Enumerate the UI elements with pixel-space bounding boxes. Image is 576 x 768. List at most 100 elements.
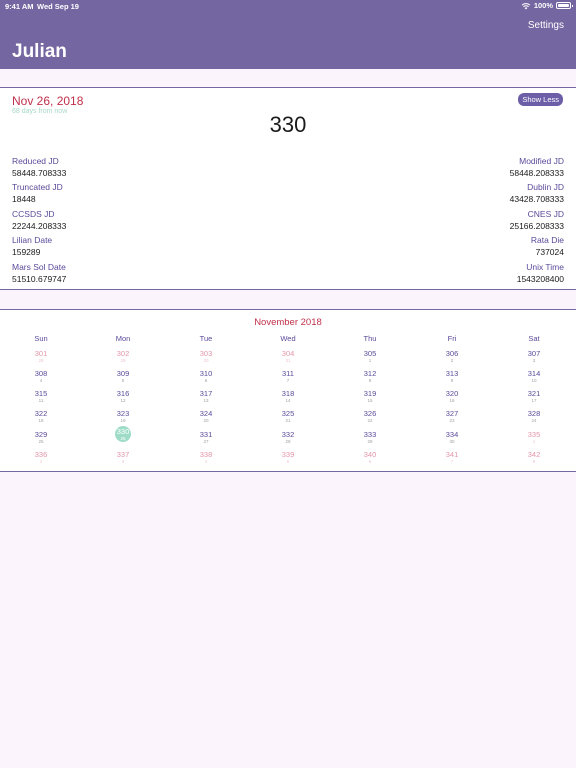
field-value: 58448.208333 [509, 168, 564, 178]
day-bubble: 325 21 [247, 409, 329, 424]
day-of-year: 310 [199, 369, 213, 378]
day-of-year: 328 [527, 409, 541, 418]
day-of-year: 339 [281, 450, 295, 459]
field-cnes-jd: CNES JD 25166.208333 [510, 209, 564, 231]
day-of-year: 332 [281, 430, 295, 439]
day-bubble: 316 12 [82, 389, 164, 404]
calendar-day[interactable]: 303 30 [165, 349, 247, 364]
day-bubble: 337 3 [82, 450, 164, 465]
day-of-month: 6 [368, 459, 372, 464]
calendar-day[interactable]: 315 11 [0, 389, 82, 404]
calendar-day[interactable]: 331 27 [165, 430, 247, 445]
calendar-day[interactable]: 324 20 [165, 409, 247, 424]
day-bubble: 309 5 [82, 369, 164, 384]
day-bubble: 302 29 [82, 349, 164, 364]
calendar-day[interactable]: 335 1 [493, 430, 575, 445]
day-of-month: 15 [367, 398, 373, 403]
day-of-month: 2 [39, 459, 43, 464]
field-value: 22244.208333 [12, 221, 67, 231]
day-of-year: 313 [445, 369, 459, 378]
field-value: 18448 [12, 194, 36, 204]
day-of-month: 8 [532, 459, 536, 464]
calendar-day[interactable]: 304 31 [247, 349, 329, 364]
day-of-month: 23 [449, 418, 455, 423]
field-label: Modified JD [519, 156, 564, 166]
calendar-day[interactable]: 326 22 [329, 409, 411, 424]
day-of-year: 316 [116, 389, 130, 398]
calendar-day[interactable]: 340 6 [329, 450, 411, 465]
calendar-day[interactable]: 307 3 [493, 349, 575, 364]
calendar-day[interactable]: 311 7 [247, 369, 329, 384]
day-bubble: 310 6 [165, 369, 247, 384]
calendar-day[interactable]: 306 2 [411, 349, 493, 364]
calendar-day[interactable]: 320 16 [411, 389, 493, 404]
day-of-month: 17 [531, 398, 537, 403]
day-of-year: 302 [116, 349, 130, 358]
calendar-day[interactable]: 337 3 [82, 450, 164, 465]
show-less-button[interactable]: Show Less [518, 93, 563, 106]
calendar-day[interactable]: 319 15 [329, 389, 411, 404]
calendar-day[interactable]: 310 6 [165, 369, 247, 384]
field-label: Lilian Date [12, 235, 53, 245]
field-modified-jd: Modified JD 58448.208333 [510, 156, 564, 178]
day-bubble: 318 14 [247, 389, 329, 404]
day-of-month: 3 [121, 459, 125, 464]
calendar-day[interactable]: 327 23 [411, 409, 493, 424]
calendar-day[interactable]: 301 28 [0, 349, 82, 364]
day-of-month: 3 [532, 358, 536, 363]
calendar-day[interactable]: 313 9 [411, 369, 493, 384]
day-bubble: 321 17 [493, 389, 575, 404]
day-of-month: 1 [532, 439, 536, 444]
calendar-day[interactable]: 328 24 [493, 409, 575, 424]
calendar-day-selected[interactable]: 330 26 [82, 426, 164, 445]
calendar-day[interactable]: 333 29 [329, 430, 411, 445]
day-of-year: 309 [116, 369, 130, 378]
day-of-month: 1 [368, 358, 372, 363]
selected-date: Nov 26, 2018 [12, 94, 84, 108]
day-of-year: 341 [445, 450, 459, 459]
calendar-day[interactable]: 317 13 [165, 389, 247, 404]
day-of-month: 22 [367, 418, 373, 423]
day-bubble: 333 29 [329, 430, 411, 445]
day-bubble: 327 23 [411, 409, 493, 424]
settings-button[interactable]: Settings [528, 20, 564, 31]
calendar-day[interactable]: 309 5 [82, 369, 164, 384]
day-bubble: 313 9 [411, 369, 493, 384]
calendar-day[interactable]: 314 10 [493, 369, 575, 384]
day-of-month: 18 [38, 418, 44, 423]
day-bubble: 319 15 [329, 389, 411, 404]
field-value: 159289 [12, 247, 41, 257]
calendar-day[interactable]: 321 17 [493, 389, 575, 404]
calendar-day[interactable]: 323 19 [82, 409, 164, 424]
field-truncated-jd: Truncated JD 18448 [12, 182, 63, 204]
calendar-day[interactable]: 316 12 [82, 389, 164, 404]
calendar-day[interactable]: 329 25 [0, 430, 82, 445]
calendar-day[interactable]: 336 2 [0, 450, 82, 465]
day-of-month: 9 [450, 378, 454, 383]
day-of-year: 329 [34, 430, 48, 439]
calendar-day[interactable]: 308 4 [0, 369, 82, 384]
day-of-year: 326 [363, 409, 377, 418]
calendar-day[interactable]: 339 5 [247, 450, 329, 465]
calendar-day[interactable]: 334 30 [411, 430, 493, 445]
day-bubble: 304 31 [247, 349, 329, 364]
day-bubble: 315 11 [0, 389, 82, 404]
calendar-day[interactable]: 318 14 [247, 389, 329, 404]
calendar-day[interactable]: 342 8 [493, 450, 575, 465]
day-of-month: 21 [285, 418, 291, 423]
calendar-day[interactable]: 332 28 [247, 430, 329, 445]
calendar-day[interactable]: 325 21 [247, 409, 329, 424]
calendar-day[interactable]: 312 8 [329, 369, 411, 384]
day-of-month: 19 [120, 418, 126, 423]
day-of-month: 6 [204, 378, 208, 383]
calendar-day[interactable]: 338 4 [165, 450, 247, 465]
day-of-year: 335 [527, 430, 541, 439]
calendar-day[interactable]: 341 7 [411, 450, 493, 465]
calendar-day[interactable]: 302 29 [82, 349, 164, 364]
calendar-day[interactable]: 322 18 [0, 409, 82, 424]
day-of-year: 331 [199, 430, 213, 439]
day-of-month: 29 [120, 358, 126, 363]
day-of-year: 342 [527, 450, 541, 459]
calendar-day[interactable]: 305 1 [329, 349, 411, 364]
field-unix-time: Unix Time 1543208400 [517, 262, 564, 284]
